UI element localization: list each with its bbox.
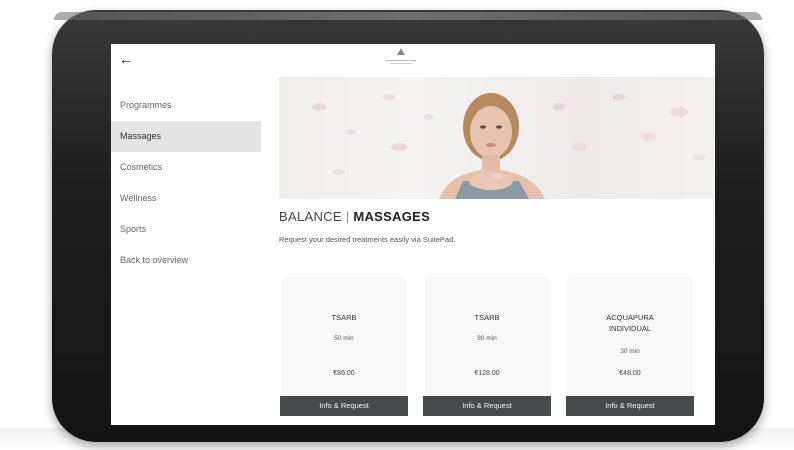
sidebar-item-programmes[interactable]: Programmes	[111, 90, 261, 121]
treatment-name: ACQUAPURA INDIVIDUAL	[606, 313, 654, 333]
treatment-price: €86.00	[333, 370, 355, 377]
title-section: MASSAGES	[353, 209, 431, 224]
sidebar-item-cosmetics[interactable]: Cosmetics	[111, 152, 261, 183]
treatment-duration: 80 min	[477, 335, 497, 342]
sidebar: Programmes Massages Cosmetics Wellness S…	[111, 90, 261, 276]
sidebar-item-massages[interactable]: Massages	[111, 121, 261, 152]
treatment-card[interactable]: TSARB 50 min €86.00	[283, 278, 405, 400]
hero-image	[279, 77, 715, 199]
info-request-button[interactable]: Info & Request	[280, 396, 408, 416]
sidebar-item-wellness[interactable]: Wellness	[111, 183, 261, 214]
tablet-screen: ← ⛰ Programmes Massages Cosmetics Wellne…	[111, 44, 715, 425]
info-request-button[interactable]: Info & Request	[566, 396, 694, 416]
woman-with-petals-illustration	[312, 93, 705, 199]
treatment-duration: 50 min	[334, 335, 354, 342]
sidebar-item-back-to-overview[interactable]: Back to overview	[111, 245, 261, 276]
hotel-logo-icon: ⛰	[383, 48, 419, 72]
treatment-name: TSARB	[474, 313, 500, 322]
treatment-card[interactable]: TSARB 80 min €128.00	[426, 278, 548, 400]
treatment-name: TSARB	[331, 313, 357, 322]
tablet-edge-highlight	[54, 12, 762, 20]
arrow-left-icon[interactable]: ←	[119, 52, 133, 66]
page-subtitle: Request your desired treatments easily v…	[279, 235, 456, 244]
page-title: BALANCE | MASSAGES	[279, 209, 430, 224]
title-separator: |	[345, 209, 350, 224]
treatment-price: €48.00	[619, 370, 641, 377]
title-category: BALANCE	[279, 209, 342, 224]
treatment-card[interactable]: ACQUAPURA INDIVIDUAL 30 min €48.00	[569, 278, 691, 400]
sidebar-item-sports[interactable]: Sports	[111, 214, 261, 245]
treatment-price: €128.00	[474, 370, 500, 377]
treatment-duration: 30 min	[620, 348, 640, 355]
info-request-button[interactable]: Info & Request	[423, 396, 551, 416]
